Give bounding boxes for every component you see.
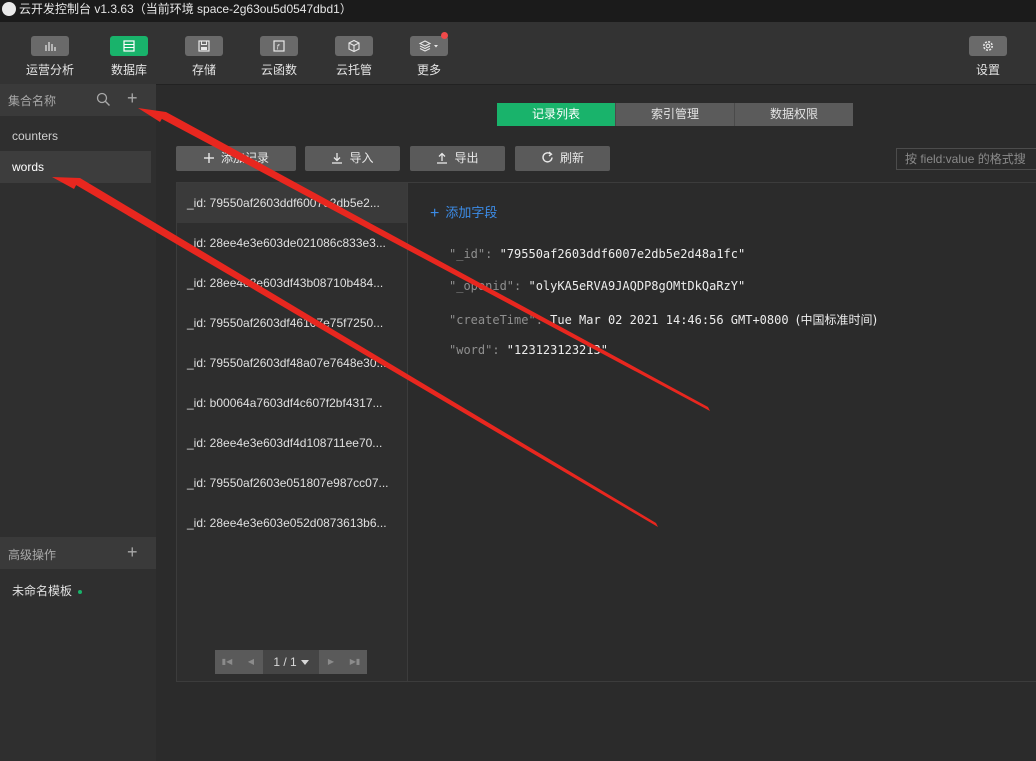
record-item[interactable]: _id: b00064a7603df4c607f2bf4317... <box>177 383 407 423</box>
layers-icon <box>410 32 448 56</box>
title-bar: 云开发控制台 v1.3.63（当前环境 space-2g63ou5d0547db… <box>0 0 1036 22</box>
query-search-input[interactable] <box>896 148 1036 170</box>
add-field-button[interactable]: + 添加字段 <box>430 202 497 223</box>
collection-item-counters[interactable]: counters <box>0 120 151 152</box>
toolbar-settings-label: 设置 <box>975 63 1000 77</box>
page-indicator: 1 / 1 <box>273 655 297 669</box>
doc-field-id[interactable]: "_id": "79550af2603ddf6007e2db5e2d48a1fc… <box>449 247 745 261</box>
next-page-button[interactable]: ▶ <box>319 650 343 674</box>
page-select[interactable]: 1 / 1 <box>263 650 319 674</box>
plus-icon <box>203 152 214 163</box>
toolbar-more-button[interactable]: 更多 <box>402 32 456 80</box>
toolbar-functions-button[interactable]: f 云函数 <box>252 36 306 80</box>
field-value-suffix: (中国标准时间) <box>795 313 878 327</box>
tab-data-permissions[interactable]: 数据权限 <box>735 103 853 126</box>
refresh-button[interactable]: 刷新 <box>515 146 610 171</box>
toolbar-storage-label: 存储 <box>191 63 216 77</box>
export-button[interactable]: 导出 <box>410 146 505 171</box>
add-record-label: 添加记录 <box>220 151 269 165</box>
import-button[interactable]: 导入 <box>305 146 400 171</box>
doc-field-openid[interactable]: "_openid": "olyKA5eRVA9JAQDP8gOMtDkQaRzY… <box>449 279 745 293</box>
plus-icon: + <box>430 205 440 222</box>
doc-field-word[interactable]: "word": "123123123213" <box>449 343 608 357</box>
toolbar-cloudrun-button[interactable]: 云托管 <box>327 36 381 80</box>
collection-sidebar: 集合名称 + counters words 高级操作 + 未命名模板 <box>0 84 156 761</box>
toolbar-analytics-button[interactable]: 运营分析 <box>23 36 77 80</box>
field-value: "123123123213" <box>506 343 608 357</box>
toolbar-settings-button[interactable]: 设置 <box>961 36 1015 80</box>
record-item[interactable]: _id: 79550af2603ddf6007e2db5e2... <box>177 183 407 223</box>
svg-text:f: f <box>277 44 281 52</box>
refresh-icon <box>542 151 553 163</box>
toolbar-more-label: 更多 <box>416 63 441 77</box>
field-key: "_openid": <box>449 279 529 293</box>
field-value: "79550af2603ddf6007e2db5e2d48a1fc" <box>499 247 746 261</box>
field-value: "olyKA5eRVA9JAQDP8gOMtDkQaRzY" <box>528 279 746 293</box>
app-logo-icon <box>2 2 16 16</box>
chevron-down-icon <box>300 660 309 666</box>
import-label: 导入 <box>349 151 374 165</box>
record-item[interactable]: _id: 79550af2603df46107e75f7250... <box>177 303 407 343</box>
field-key: "word": <box>449 343 507 357</box>
gear-icon <box>969 36 1007 56</box>
tab-index-management[interactable]: 索引管理 <box>616 103 735 126</box>
record-item[interactable]: _id: 28ee4e3e603de021086c833e3... <box>177 223 407 263</box>
main-toolbar: 运营分析 数据库 存储 f 云函数 云托管 更多 设置 <box>0 22 1036 85</box>
record-item[interactable]: _id: 79550af2603e051807e987cc07... <box>177 463 407 503</box>
record-item[interactable]: _id: 28ee4e3e603df4d108711ee70... <box>177 423 407 463</box>
add-field-label: 添加字段 <box>445 205 498 220</box>
advanced-header-title: 高级操作 <box>8 548 57 562</box>
add-record-button[interactable]: 添加记录 <box>176 146 296 171</box>
search-icon[interactable] <box>96 92 111 110</box>
add-collection-icon[interactable]: + <box>127 89 138 107</box>
field-key: "createTime": <box>449 313 551 327</box>
collection-header: 集合名称 + <box>0 84 156 116</box>
export-label: 导出 <box>454 151 479 165</box>
doc-field-createtime[interactable]: "createTime": Tue Mar 02 2021 14:46:56 G… <box>449 311 877 328</box>
collection-item-words[interactable]: words <box>0 151 151 183</box>
toolbar-database-button[interactable]: 数据库 <box>102 36 156 80</box>
record-list: _id: 79550af2603ddf6007e2db5e2... _id: 2… <box>177 183 408 681</box>
notification-dot <box>441 32 448 39</box>
first-page-button[interactable]: ▮◀ <box>215 650 239 674</box>
record-item[interactable]: _id: 28ee4e3e603e052d0873613b6... <box>177 503 407 543</box>
toolbar-analytics-label: 运营分析 <box>25 63 74 77</box>
storage-icon <box>185 36 223 56</box>
function-icon: f <box>260 36 298 56</box>
advanced-header: 高级操作 + <box>0 537 156 569</box>
toolbar-cloudrun-label: 云托管 <box>335 63 372 77</box>
template-item-label: 未命名模板 <box>12 584 73 598</box>
refresh-label: 刷新 <box>559 151 584 165</box>
pagination: ▮◀ ◀ 1 / 1 ▶ ▶▮ <box>215 650 367 674</box>
record-item[interactable]: _id: 79550af2603df48a07e7648e30... <box>177 343 407 383</box>
prev-page-button[interactable]: ◀ <box>239 650 263 674</box>
field-value: Tue Mar 02 2021 14:46:56 GMT+0800 <box>550 313 796 327</box>
field-key: "_id": <box>449 247 500 261</box>
last-page-button[interactable]: ▶▮ <box>343 650 367 674</box>
record-item[interactable]: _id: 28ee4e3e603df43b08710b484... <box>177 263 407 303</box>
toolbar-functions-label: 云函数 <box>260 63 297 77</box>
cube-icon <box>335 36 373 56</box>
bar-chart-icon <box>31 36 69 56</box>
add-template-icon[interactable]: + <box>127 543 138 561</box>
status-dot-icon <box>78 589 83 594</box>
upload-icon <box>437 152 448 164</box>
window-title: 云开发控制台 v1.3.63（当前环境 space-2g63ou5d0547db… <box>19 2 352 16</box>
view-tabs: 记录列表 索引管理 数据权限 <box>497 103 853 126</box>
download-icon <box>332 152 343 164</box>
toolbar-storage-button[interactable]: 存储 <box>177 36 231 80</box>
database-icon <box>110 36 148 56</box>
collection-header-title: 集合名称 <box>8 94 57 108</box>
template-item[interactable]: 未命名模板 <box>12 582 83 599</box>
toolbar-database-label: 数据库 <box>110 63 147 77</box>
tab-record-list[interactable]: 记录列表 <box>497 103 616 126</box>
